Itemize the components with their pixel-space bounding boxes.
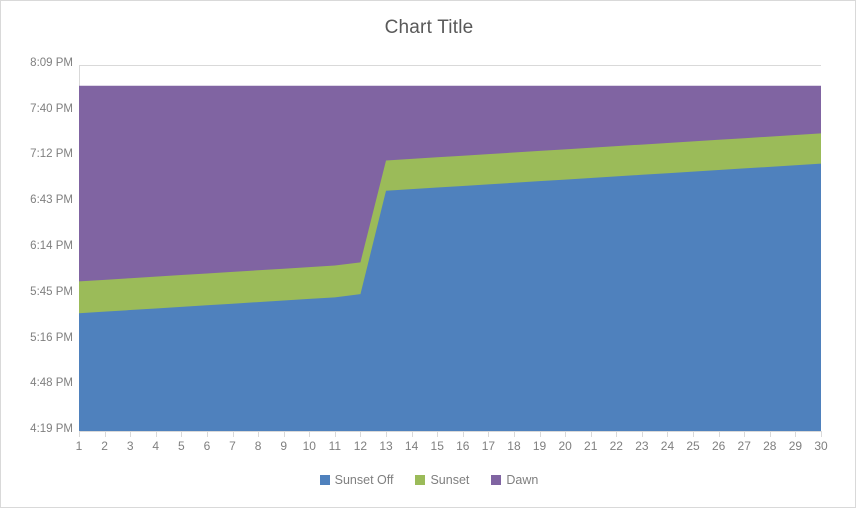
x-axis-tick-label: 7: [229, 439, 236, 453]
x-axis-tick-label: 9: [280, 439, 288, 453]
x-axis-tick-label: 27: [737, 439, 751, 453]
x-axis-tick-label: 2: [101, 439, 108, 453]
x-axis-tick-mark: [181, 432, 182, 437]
x-axis-tick-mark: [105, 432, 106, 437]
x-axis-tick-label: 30: [814, 439, 828, 453]
x-axis-tick-marks: [79, 432, 822, 437]
x-axis-tick-label: 17: [481, 439, 496, 453]
x-axis-tick-mark: [514, 432, 515, 437]
x-axis-tick-label: 18: [507, 439, 521, 453]
x-axis-tick-mark: [207, 432, 208, 437]
x-axis-tick-mark: [233, 432, 234, 437]
legend-item-label: Sunset: [430, 473, 470, 487]
legend-item[interactable]: Sunset Off: [319, 473, 394, 487]
x-axis-tick-label: 5: [178, 439, 185, 453]
chart-legend: Sunset Off Sunset Dawn: [1, 473, 855, 487]
x-axis-tick-label: 28: [763, 439, 777, 453]
chart-container: Chart Title 8:09 PM 7:40 PM 7:12 PM 6:43 PM…: [0, 0, 856, 508]
x-axis-tick-mark: [693, 432, 694, 437]
x-axis-tick-label: 26: [711, 439, 726, 453]
legend-item[interactable]: Dawn: [491, 473, 538, 487]
x-axis-tick-label: 23: [635, 439, 649, 453]
x-axis-tick-mark: [79, 432, 80, 437]
y-axis-tick-label: 5:45 PM: [30, 286, 73, 299]
x-axis-tick-label: 24: [660, 439, 675, 453]
y-axis-tick-label: 7:40 PM: [30, 103, 73, 116]
chart-title: Chart Title: [384, 17, 474, 38]
plot-area: [79, 65, 821, 431]
y-axis-tick-label: 6:14 PM: [30, 240, 73, 252]
x-axis-tick-label: 20: [558, 439, 572, 453]
x-axis-tick-mark: [540, 432, 541, 437]
x-axis-tick-label: 25: [686, 439, 700, 453]
x-axis-tick-label: 14: [404, 439, 419, 453]
x-axis-tick-mark: [821, 432, 822, 437]
legend-swatch-icon: [491, 475, 502, 485]
y-axis-tick-labels: 8:09 PM 7:40 PM 7:12 PM 6:43 PM 6:14 PM 5:45 …: [1, 1, 73, 507]
x-axis-tick-label: 29: [788, 439, 803, 453]
x-axis-tick-label: 3: [126, 439, 134, 453]
x-axis-tick-mark: [770, 432, 771, 437]
x-axis-tick-mark: [795, 432, 796, 437]
x-axis-tick-mark: [386, 432, 387, 437]
x-axis-tick-mark: [360, 432, 361, 437]
x-axis-tick-label: 13: [379, 439, 393, 453]
x-axis-tick-mark: [591, 432, 592, 437]
x-axis-tick-mark: [565, 432, 566, 437]
y-axis-tick-label: 7:12 PM: [30, 147, 73, 160]
x-axis-tick-mark: [744, 432, 745, 437]
x-axis-tick-label: 6: [203, 439, 211, 453]
x-axis-tick-mark: [412, 432, 413, 437]
x-axis-tick-mark: [309, 432, 310, 437]
x-axis-tick-mark: [156, 432, 157, 437]
stacked-area-series: [79, 85, 821, 431]
x-axis-tick-mark: [642, 432, 643, 437]
legend-item-label: Sunset Off: [334, 473, 394, 487]
legend-item-label: Dawn: [506, 473, 539, 487]
x-axis-tick-label: 22: [609, 439, 623, 453]
y-axis-tick-label: 4:48 PM: [30, 376, 73, 389]
x-axis-tick-label: 8: [254, 439, 262, 453]
x-axis-tick-mark: [667, 432, 668, 437]
x-axis-tick-labels: 1 2 3 4 5 6 7 8 9 10 11 12 13 14 15 16 17 18 19 20 21 22 23 24 2…: [75, 439, 828, 457]
x-axis-tick-mark: [258, 432, 259, 437]
y-axis-tick-label: 6:43 PM: [30, 193, 73, 206]
x-axis-tick-label: 19: [532, 439, 547, 453]
x-axis-tick-label: 11: [328, 439, 342, 453]
x-axis-tick-label: 16: [456, 439, 470, 453]
x-axis-tick-mark: [719, 432, 720, 437]
x-axis-tick-mark: [437, 432, 438, 437]
x-axis-tick-label: 12: [353, 439, 368, 453]
legend-swatch-icon: [319, 475, 330, 485]
x-axis-tick-mark: [130, 432, 131, 437]
x-axis-tick-label: 15: [430, 439, 444, 453]
legend-swatch-icon: [415, 475, 426, 485]
y-axis-tick-label: 5:16 PM: [30, 332, 73, 345]
x-axis-tick-mark: [335, 432, 336, 437]
y-axis-tick-label: 4:19 PM: [30, 423, 73, 435]
x-axis-tick-mark: [284, 432, 285, 437]
x-axis-tick-label: 4: [152, 439, 160, 453]
x-axis-tick-mark: [463, 432, 464, 437]
x-axis-tick-label: 10: [302, 439, 316, 453]
y-axis-tick-label: 8:09 PM: [30, 57, 73, 69]
x-axis-tick-mark: [616, 432, 617, 437]
legend-item[interactable]: Sunset: [415, 473, 469, 487]
x-axis-tick-label: 21: [584, 439, 598, 453]
x-axis-tick-mark: [488, 432, 489, 437]
x-axis-tick-label: 1: [75, 439, 83, 453]
